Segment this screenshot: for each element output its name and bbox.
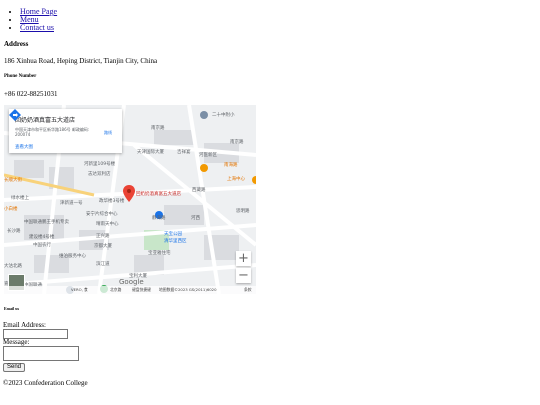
map-label: 南京路 <box>230 140 244 145</box>
map-label: 晴雨天中心 <box>96 222 119 227</box>
directions-label[interactable]: 路线 <box>104 130 112 136</box>
poi-shopping-icon[interactable] <box>200 164 208 172</box>
map-label: 河医新区 <box>199 153 217 158</box>
address-heading: Address <box>4 40 29 48</box>
map-label: 清华里西区 <box>164 239 187 244</box>
place-title: 回奶奶酒真富五大道店 <box>15 117 76 124</box>
map-label: 安宁片综合中心 <box>86 212 118 217</box>
map-label: 二十中附小 <box>212 113 235 118</box>
message-textarea[interactable] <box>3 346 79 361</box>
map-label: 西藏路 <box>192 188 206 193</box>
send-button[interactable]: Send <box>3 363 26 372</box>
main-nav: Home Page Menu Contact us <box>3 8 57 32</box>
nav-item-contact: Contact us <box>20 24 57 32</box>
phone-heading: Phone Number <box>4 74 37 79</box>
map-attribution-bar: VERO, 食 北京路 键盘快捷键 地图数据©2023 GS(2011)6020… <box>4 286 256 294</box>
map-label: 河新里109号楼 <box>84 162 116 167</box>
map-label: 宝亚雅住宅 <box>148 251 171 256</box>
map-label: 津新道一号 <box>60 201 83 206</box>
map-marker-label: 回奶奶酒真富五大道店 <box>136 192 181 197</box>
terms-link[interactable]: 条款 <box>244 287 252 293</box>
copyright-text: ©2023 Confederation College <box>3 379 88 387</box>
place-info-card: 回奶奶酒真富五大道店 中国天津市和平区新华路186号 邮政编码: 200074 … <box>9 109 122 153</box>
map-label: 滨江道 <box>96 262 110 267</box>
nav-link-contact[interactable]: Contact us <box>20 23 54 32</box>
zoom-in-button[interactable]: + <box>236 251 251 266</box>
map-label: 京都大厦 <box>94 244 112 249</box>
map-label: 思明路 <box>236 209 250 214</box>
map-label: 正兴路 <box>96 234 110 239</box>
map-label: 小白楼 <box>4 207 18 212</box>
google-logo: Google <box>119 278 144 286</box>
map-label: 建设楼4号楼 <box>29 235 55 240</box>
place-address: 中国天津市和平区新华路186号 邮政编码: 200074 <box>15 127 90 137</box>
map-data-attribution: 地图数据©2023 GS(2011)6020 <box>159 287 217 292</box>
map-label: 上海中心 <box>227 177 245 182</box>
map-label: 维泊服务中心 <box>59 254 86 259</box>
phone-text: +86 022-88251031 <box>4 90 58 98</box>
map-label: 中国农行 <box>33 243 51 248</box>
map-label: 南京路 <box>151 126 165 131</box>
directions-icon[interactable] <box>9 109 21 121</box>
map-label: 中国联通鹏王手机专卖 <box>24 220 69 225</box>
email-heading: Email us <box>4 306 20 311</box>
view-larger-map-link[interactable]: 查看大图 <box>15 144 33 150</box>
map-label: 大沽北路 <box>4 264 22 269</box>
message-label: Message: <box>3 338 30 346</box>
map-label: 志达双利店 <box>88 172 111 177</box>
map-label: 南海路 <box>224 163 238 168</box>
map-label: 政华楼3号楼 <box>99 199 125 204</box>
map-label: 吉祥宴 <box>177 150 191 155</box>
map-label: 长沙路 <box>7 229 21 234</box>
email-label: Email Address: <box>3 321 46 329</box>
map-label: 天津国际大厦 <box>137 150 164 155</box>
map-poi-label: VERO, 食 <box>71 287 88 292</box>
google-map[interactable]: 南京路 二十中附小 南京路 天津国际大厦 吉祥宴 河医新区 河新里109号楼 志… <box>4 105 256 294</box>
map-label: 绿水楼上 <box>11 196 29 201</box>
zoom-out-button[interactable]: − <box>236 268 251 283</box>
map-label: 天宝公园 <box>164 232 182 237</box>
address-text: 186 Xinhua Road, Heping District, Tianji… <box>4 57 158 65</box>
keyboard-shortcuts-link[interactable]: 键盘快捷键 <box>132 287 151 293</box>
poi-school-icon[interactable] <box>200 111 208 119</box>
map-poi-label: 北京路 <box>110 287 122 292</box>
map-label: 长顺大街 <box>4 178 22 183</box>
map-label: 河西 <box>191 216 200 221</box>
map-label: 静海路 <box>152 216 166 221</box>
